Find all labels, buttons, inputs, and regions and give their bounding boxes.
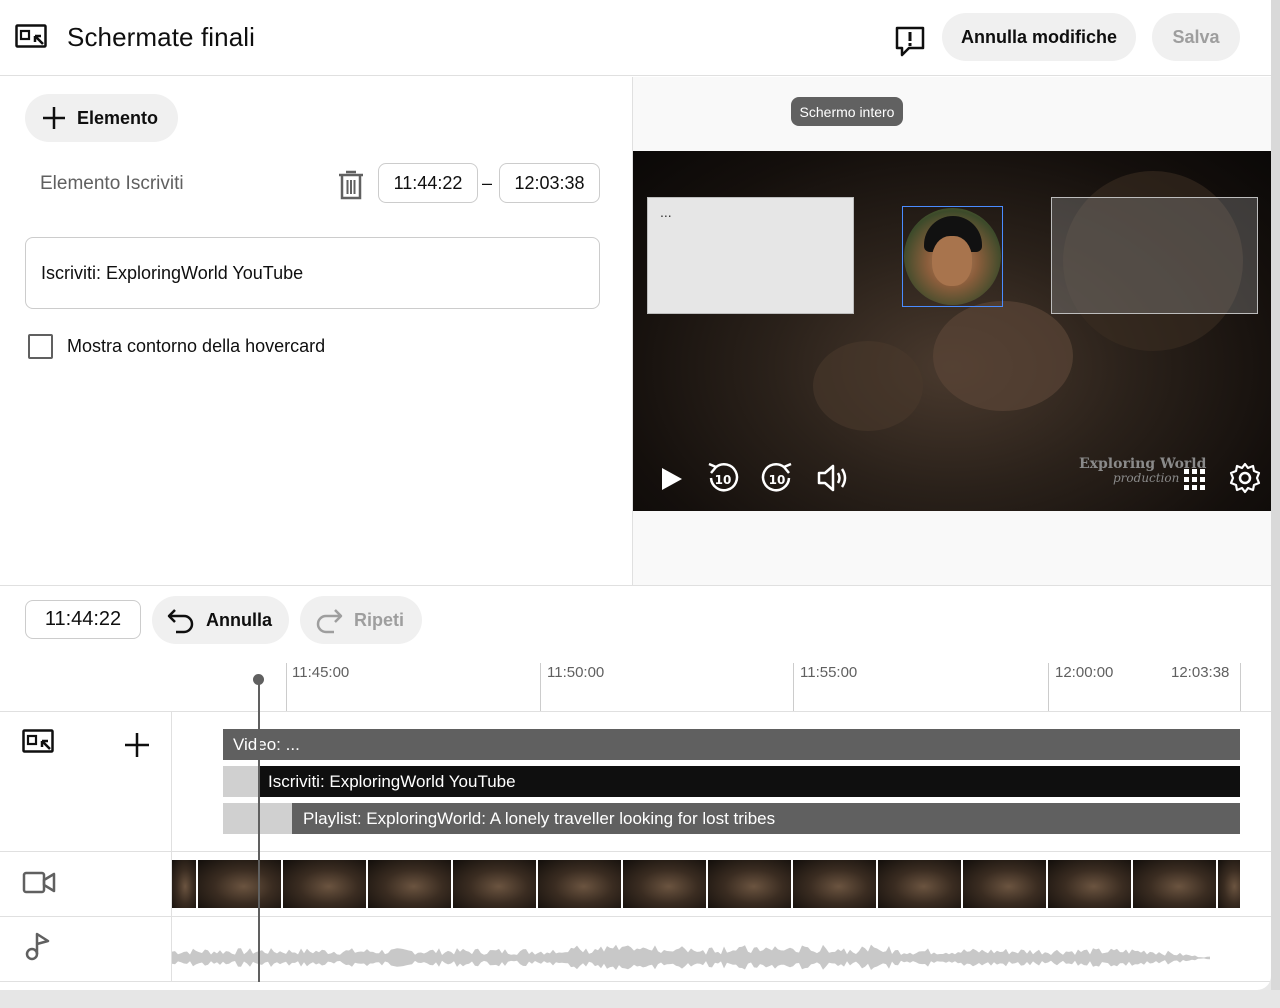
video-frame-content	[933, 301, 1073, 411]
video-preview[interactable]: ... Exploring World production 10 10	[633, 151, 1271, 511]
track-divider	[0, 851, 1271, 852]
filmstrip-frame	[963, 860, 1048, 908]
filmstrip-frame	[1048, 860, 1133, 908]
page-title: Schermate finali	[67, 22, 256, 52]
current-time-input[interactable]: 11:44:22	[25, 600, 141, 639]
ruler-tick	[1048, 663, 1049, 711]
subscribe-element-bar[interactable]: Iscriviti: ExploringWorld YouTube	[259, 766, 1240, 797]
video-frame-content	[813, 341, 923, 431]
video-card-text: ...	[660, 204, 672, 220]
subscribe-bar-offset	[223, 766, 259, 797]
end-time-input[interactable]: 12:03:38	[499, 163, 600, 203]
settings-icon[interactable]	[1229, 462, 1261, 494]
filmstrip-frame	[172, 860, 198, 908]
undo-button[interactable]: Annulla	[152, 596, 289, 644]
filmstrip-frame	[283, 860, 368, 908]
video-camera-icon	[22, 871, 56, 894]
filmstrip-frame	[1133, 860, 1218, 908]
avatar-face	[932, 236, 972, 286]
filmstrip-frame	[198, 860, 283, 908]
window-edge	[0, 990, 1280, 1008]
svg-text:10: 10	[715, 473, 732, 487]
grid-icon[interactable]	[1182, 467, 1208, 493]
fullscreen-tooltip: Schermo intero	[791, 97, 903, 126]
video-filmstrip[interactable]	[172, 860, 1240, 908]
waveform-shape	[172, 944, 1210, 970]
save-button[interactable]: Salva	[1152, 13, 1240, 61]
filmstrip-frame	[368, 860, 453, 908]
add-element-label: Elemento	[77, 107, 159, 128]
music-note-icon	[25, 932, 50, 961]
forward-10-icon[interactable]: 10	[760, 461, 794, 495]
discard-changes-button[interactable]: Annulla modifiche	[942, 13, 1136, 61]
start-time-input[interactable]: 11:44:22	[378, 163, 478, 203]
ruler-tick	[1240, 663, 1241, 711]
filmstrip-frame	[878, 860, 963, 908]
ruler-tick	[286, 663, 287, 711]
filmstrip-frame	[1218, 860, 1240, 908]
ruler-tick-label: 11:55:00	[800, 664, 858, 681]
element-select-field[interactable]: Iscriviti: ExploringWorld YouTube	[25, 237, 600, 309]
track-divider	[0, 981, 1271, 982]
volume-icon[interactable]	[816, 461, 850, 495]
playlist-element-bar[interactable]: Playlist: ExploringWorld: A lonely trave…	[292, 803, 1240, 834]
endscreen-icon	[22, 729, 54, 753]
video-element-bar[interactable]: Video: ...	[223, 729, 1240, 760]
endscreen-editor-dialog: Schermate finali Annulla modifiche Salva…	[0, 0, 1271, 990]
timeline-tracks: Video: ... Iscriviti: ExploringWorld You…	[0, 712, 1271, 982]
divider	[0, 585, 1271, 586]
redo-button[interactable]: Ripeti	[300, 596, 422, 644]
ruler-tick	[540, 663, 541, 711]
window-edge	[1271, 0, 1280, 1008]
feedback-icon[interactable]	[893, 24, 927, 58]
add-icon[interactable]	[123, 731, 151, 759]
timeline-ruler[interactable]: 11:45:00 11:50:00 11:55:00 12:00:00 12:0…	[0, 655, 1271, 712]
add-element-button[interactable]: Elemento	[25, 94, 178, 142]
preview-panel: Schermo intero ... Exploring World produ…	[632, 77, 1271, 585]
element-editor-panel: Elemento Elemento Iscriviti 11:44:22 – 1…	[0, 77, 632, 585]
ruler-tick	[793, 663, 794, 711]
filmstrip-frame	[453, 860, 538, 908]
track-divider	[0, 916, 1271, 917]
hovercard-outline-checkbox[interactable]	[28, 334, 53, 359]
hovercard-outline-label: Mostra contorno della hovercard	[67, 336, 326, 356]
endscreen-icon	[15, 24, 47, 48]
playlist-element-card[interactable]	[1051, 197, 1258, 314]
playhead-handle[interactable]	[253, 674, 264, 685]
ruler-tick-label: 11:50:00	[547, 664, 605, 681]
play-icon[interactable]	[657, 465, 685, 493]
ruler-tick-label: 11:45:00	[292, 664, 350, 681]
ruler-tick-label: 12:00:00	[1055, 664, 1114, 681]
trash-icon[interactable]	[337, 169, 365, 201]
header: Schermate finali Annulla modifiche Salva	[0, 0, 1271, 76]
video-element-card[interactable]: ...	[647, 197, 854, 314]
rewind-10-icon[interactable]: 10	[706, 461, 740, 495]
plus-icon	[43, 107, 65, 129]
subscribe-element-card[interactable]	[902, 206, 1003, 307]
audio-waveform[interactable]	[172, 924, 1240, 974]
filmstrip-frame	[538, 860, 623, 908]
element-name: Elemento Iscriviti	[40, 173, 184, 194]
undo-icon	[167, 609, 194, 634]
undo-label: Annulla	[206, 609, 272, 630]
filmstrip-frame	[708, 860, 793, 908]
filmstrip-frame	[793, 860, 878, 908]
time-separator: –	[482, 173, 493, 193]
playhead[interactable]	[258, 676, 260, 982]
filmstrip-frame	[623, 860, 708, 908]
channel-avatar	[904, 208, 1001, 305]
svg-text:10: 10	[769, 473, 786, 487]
ruler-tick-label: 12:03:38	[1171, 664, 1230, 681]
redo-label: Ripeti	[354, 609, 405, 630]
redo-icon	[316, 609, 343, 634]
